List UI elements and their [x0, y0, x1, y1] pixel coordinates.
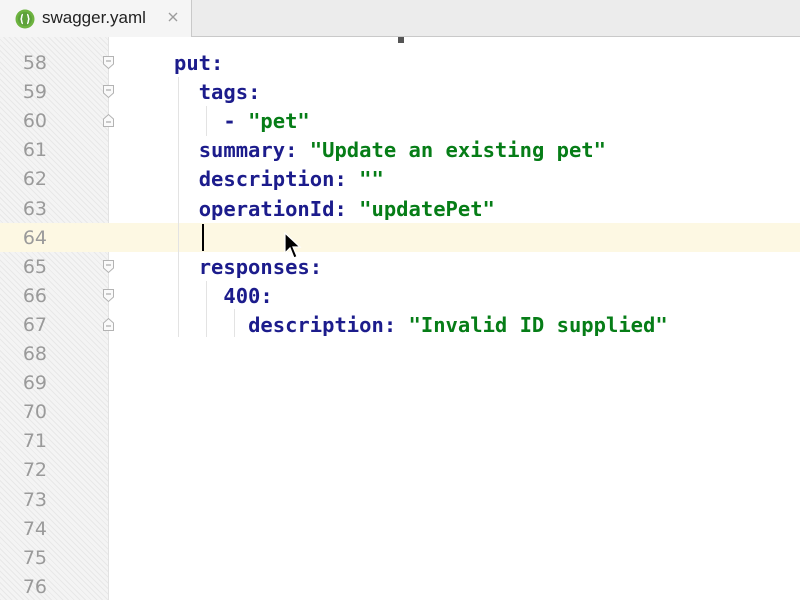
yaml-key: operationId	[198, 196, 335, 221]
fold-open-icon[interactable]	[102, 288, 115, 303]
line-number: 59	[22, 81, 47, 104]
line-number: 72	[22, 459, 47, 482]
code-line[interactable]: 58 put:	[0, 48, 800, 77]
line-number: 63	[22, 197, 47, 220]
code-line[interactable]: 69	[0, 368, 800, 397]
yaml-string-value: "pet"	[248, 109, 310, 134]
text-caret	[202, 224, 204, 251]
line-number: 73	[22, 488, 47, 511]
swagger-icon	[15, 9, 35, 29]
yaml-colon: :	[248, 80, 261, 105]
line-number: 71	[22, 430, 47, 453]
line-number: 74	[22, 517, 47, 540]
code-line[interactable]: 65 responses:	[0, 252, 800, 281]
indent-guide	[234, 309, 235, 337]
yaml-key: summary	[198, 138, 286, 163]
yaml-key: tags	[198, 80, 249, 105]
yaml-colon: :	[383, 312, 409, 337]
line-number: 67	[22, 313, 47, 336]
fold-end-icon[interactable]	[102, 317, 115, 332]
line-number: 62	[22, 168, 47, 191]
line-number: 61	[22, 139, 47, 162]
code-text: description: ""	[174, 167, 384, 191]
code-line[interactable]: 62 description: ""	[0, 164, 800, 193]
code-line[interactable]: 74	[0, 514, 800, 543]
mouse-pointer-icon	[284, 232, 302, 259]
code-text: description: "Invalid ID supplied"	[174, 313, 668, 337]
yaml-string-value: "Update an existing pet"	[309, 138, 606, 163]
line-number: 69	[22, 372, 47, 395]
code-text: summary: "Update an existing pet"	[174, 138, 606, 162]
yaml-colon: :	[285, 138, 310, 163]
close-icon[interactable]	[165, 9, 181, 25]
yaml-colon: :	[211, 51, 224, 75]
code-line[interactable]: 70	[0, 397, 800, 426]
yaml-key: description	[198, 167, 335, 192]
tab-title: swagger.yaml	[42, 8, 146, 27]
fold-open-icon[interactable]	[102, 55, 115, 70]
code-text: 400:	[174, 283, 273, 308]
code-line[interactable]: 60 - "pet"	[0, 106, 800, 135]
yaml-colon: :	[334, 196, 360, 221]
yaml-key: description	[248, 312, 384, 337]
line-number: 60	[22, 110, 47, 133]
code-text: - "pet"	[174, 109, 310, 134]
code-line[interactable]: 61 summary: "Update an existing pet"	[0, 135, 800, 164]
code-line[interactable]: 59 tags:	[0, 77, 800, 106]
line-number: 76	[22, 575, 47, 598]
code-line[interactable]: 67 description: "Invalid ID supplied"	[0, 310, 800, 339]
code-line[interactable]: 66 400:	[0, 281, 800, 310]
fold-end-icon[interactable]	[102, 113, 115, 128]
code-text: tags:	[174, 80, 261, 105]
indent-guide	[206, 281, 207, 337]
code-line[interactable]: 75	[0, 543, 800, 572]
editor-tab-bar: swagger.yaml	[0, 0, 800, 37]
yaml-list-dash: -	[223, 109, 249, 134]
line-number: 65	[22, 255, 47, 278]
tab-swagger-yaml[interactable]: swagger.yaml	[0, 0, 192, 37]
line-number: 58	[22, 52, 47, 74]
line-number: 66	[22, 284, 47, 307]
code-line[interactable]: 71	[0, 426, 800, 455]
yaml-key: put	[174, 51, 212, 75]
code-line[interactable]: 68	[0, 339, 800, 368]
yaml-colon: :	[260, 283, 273, 308]
code-text: put:	[174, 51, 223, 75]
code-line[interactable]: 72	[0, 455, 800, 484]
fold-open-icon[interactable]	[102, 259, 115, 274]
line-number: 64	[22, 226, 47, 249]
code-line[interactable]: 63 operationId: "updatePet"	[0, 194, 800, 223]
code-text: operationId: "updatePet"	[174, 197, 495, 221]
yaml-colon: :	[334, 167, 360, 192]
scrolled-text-fragment	[398, 37, 404, 43]
code-line[interactable]: 76	[0, 572, 800, 601]
indent-guide	[206, 106, 207, 136]
line-number: 75	[22, 546, 47, 569]
line-number: 68	[22, 343, 47, 365]
indent-guide	[178, 77, 179, 337]
yaml-string-value: "updatePet"	[359, 196, 495, 221]
code-line[interactable]: 73	[0, 485, 800, 514]
line-number: 70	[22, 401, 47, 424]
yaml-colon: :	[309, 254, 323, 279]
fold-open-icon[interactable]	[102, 84, 115, 99]
yaml-string-value: ""	[359, 167, 384, 192]
yaml-key: 400	[223, 283, 261, 308]
code-line[interactable]: 64	[0, 222, 800, 252]
yaml-string-value: "Invalid ID supplied"	[408, 312, 668, 337]
